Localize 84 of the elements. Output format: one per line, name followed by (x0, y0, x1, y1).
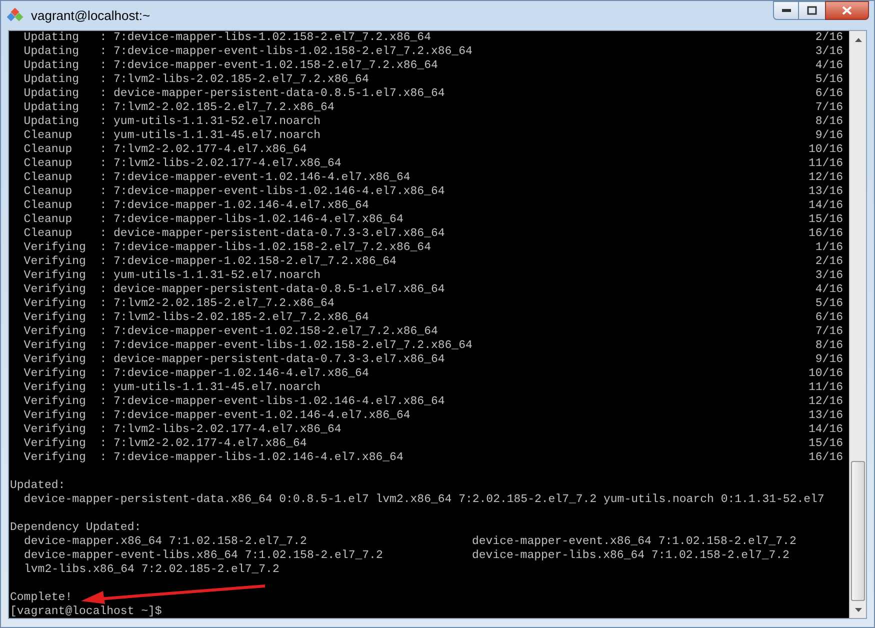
maximize-button[interactable] (799, 1, 825, 20)
scrollbar[interactable] (849, 31, 866, 618)
transaction-line: Cleanup : 7:device-mapper-event-1.02.146-4.el7.x86_64 (22, 171, 410, 185)
close-button[interactable] (825, 1, 869, 20)
progress-count: 10/16 (808, 143, 843, 157)
window-title: vagrant@localhost:~ (31, 6, 150, 25)
close-icon (842, 6, 852, 15)
transaction-line: Updating : yum-utils-1.1.31-52.el7.noarch (22, 115, 321, 129)
transaction-line: Cleanup : yum-utils-1.1.31-45.el7.noarch (22, 129, 321, 143)
progress-count: 8/16 (815, 339, 843, 353)
progress-count: 3/16 (815, 45, 843, 59)
package-entry: device-mapper-libs.x86_64 7:1.02.158-2.el7_7.2 (472, 549, 790, 563)
transaction-line: Updating : 7:device-mapper-libs-1.02.158-2.el7_7.2.x86_64 (22, 31, 431, 45)
transaction-line: Cleanup : 7:lvm2-libs-2.02.177-4.el7.x86_64 (22, 157, 342, 171)
progress-count: 4/16 (815, 59, 843, 73)
progress-count: 2/16 (815, 255, 843, 269)
transaction-line: Verifying : 7:device-mapper-event-1.02.158-2.el7_7.2.x86_64 (22, 325, 438, 339)
section-heading: Updated: (10, 479, 66, 492)
app-icon (7, 8, 23, 24)
progress-count: 16/16 (808, 451, 843, 465)
progress-count: 9/16 (815, 353, 843, 367)
progress-count: 6/16 (815, 311, 843, 325)
progress-count: 13/16 (808, 409, 843, 423)
transaction-line: Updating : 7:lvm2-libs-2.02.185-2.el7_7.2.x86_64 (22, 73, 369, 87)
transaction-line: Cleanup : 7:lvm2-2.02.177-4.el7.x86_64 (22, 143, 307, 157)
transaction-line: Verifying : yum-utils-1.1.31-52.el7.noarch (22, 269, 321, 283)
transaction-line: Updating : 7:device-mapper-event-1.02.158-2.el7_7.2.x86_64 (22, 59, 438, 73)
package-entry: device-mapper.x86_64 7:1.02.158-2.el7_7.2 (24, 535, 308, 549)
progress-count: 6/16 (815, 87, 843, 101)
progress-count: 11/16 (808, 381, 843, 395)
transaction-line: Verifying : yum-utils-1.1.31-45.el7.noarch (22, 381, 321, 395)
scrollbar-thumb[interactable] (851, 461, 865, 601)
progress-count: 16/16 (808, 227, 843, 241)
package-entry: lvm2-libs.x86_64 7:2.02.185-2.el7_7.2 (24, 563, 280, 577)
transaction-line: Cleanup : 7:device-mapper-1.02.146-4.el7.x86_64 (22, 199, 369, 213)
progress-count: 12/16 (808, 171, 843, 185)
package-entry: device-mapper-event.x86_64 7:1.02.158-2.el7_7.2 (472, 535, 798, 549)
transaction-line: Verifying : 7:lvm2-2.02.177-4.el7.x86_64 (22, 437, 307, 451)
progress-count: 4/16 (815, 283, 843, 297)
progress-count: 8/16 (815, 115, 843, 129)
scroll-down-icon (854, 608, 862, 612)
transaction-line: Verifying : 7:device-mapper-event-1.02.146-4.el7.x86_64 (22, 409, 410, 423)
transaction-line: Verifying : 7:device-mapper-1.02.158-2.el7_7.2.x86_64 (22, 255, 396, 269)
status-message: Complete! (10, 591, 72, 604)
restore-icon (807, 6, 817, 15)
progress-count: 9/16 (815, 129, 843, 143)
transaction-line: Cleanup : 7:device-mapper-libs-1.02.146-4.el7.x86_64 (22, 213, 404, 227)
package-entry: device-mapper-event-libs.x86_64 7:1.02.158-2.el7_7.2 (24, 549, 384, 563)
transaction-line: Verifying : 7:lvm2-2.02.185-2.el7_7.2.x86_64 (22, 297, 334, 311)
minimize-icon (782, 9, 790, 12)
progress-count: 14/16 (808, 423, 843, 437)
transaction-line: Cleanup : 7:device-mapper-event-libs-1.02.146-4.el7.x86_64 (22, 185, 445, 199)
progress-count: 13/16 (808, 185, 843, 199)
section-heading: Dependency Updated: (10, 521, 142, 534)
progress-count: 5/16 (815, 297, 843, 311)
progress-count: 12/16 (808, 395, 843, 409)
transaction-line: Verifying : device-mapper-persistent-data-0.8.5-1.el7.x86_64 (22, 283, 445, 297)
minimize-button[interactable] (773, 1, 799, 20)
progress-count: 1/16 (815, 241, 843, 255)
progress-count: 5/16 (815, 73, 843, 87)
progress-count: 2/16 (815, 31, 843, 45)
progress-count: 3/16 (815, 269, 843, 283)
progress-count: 7/16 (815, 325, 843, 339)
progress-count: 14/16 (808, 199, 843, 213)
progress-count: 15/16 (808, 437, 843, 451)
transaction-line: Verifying : 7:device-mapper-libs-1.02.146-4.el7.x86_64 (22, 451, 404, 465)
progress-count: 10/16 (808, 367, 843, 381)
package-list: device-mapper-persistent-data.x86_64 0:0.8.5-1.el7 lvm2.x86_64 7:2.02.185-2.el7_7.2 yum-utils.noarch 0:1.1.31-52.el7 (10, 493, 824, 506)
scroll-up-icon (854, 38, 862, 42)
transaction-line: Verifying : 7:lvm2-libs-2.02.177-4.el7.x86_64 (22, 423, 342, 437)
transaction-line: Verifying : 7:lvm2-libs-2.02.185-2.el7_7.2.x86_64 (22, 311, 369, 325)
transaction-line: Updating : device-mapper-persistent-data-0.8.5-1.el7.x86_64 (22, 87, 445, 101)
transaction-line: Verifying : 7:device-mapper-libs-1.02.158-2.el7_7.2.x86_64 (22, 241, 431, 255)
transaction-line: Verifying : 7:device-mapper-1.02.146-4.el7.x86_64 (22, 367, 369, 381)
transaction-line: Verifying : device-mapper-persistent-data-0.7.3-3.el7.x86_64 (22, 353, 445, 367)
progress-count: 11/16 (808, 157, 843, 171)
progress-count: 15/16 (808, 213, 843, 227)
transaction-line: Verifying : 7:device-mapper-event-libs-1.02.158-2.el7_7.2.x86_64 (22, 339, 472, 353)
transaction-line: Verifying : 7:device-mapper-event-libs-1.02.146-4.el7.x86_64 (22, 395, 445, 409)
transaction-line: Updating : 7:lvm2-2.02.185-2.el7_7.2.x86_64 (22, 101, 334, 115)
progress-count: 7/16 (815, 101, 843, 115)
transaction-line: Cleanup : device-mapper-persistent-data-0.7.3-3.el7.x86_64 (22, 227, 445, 241)
shell-prompt: [vagrant@localhost ~]$ (10, 605, 162, 618)
transaction-line: Updating : 7:device-mapper-event-libs-1.02.158-2.el7_7.2.x86_64 (22, 45, 472, 59)
